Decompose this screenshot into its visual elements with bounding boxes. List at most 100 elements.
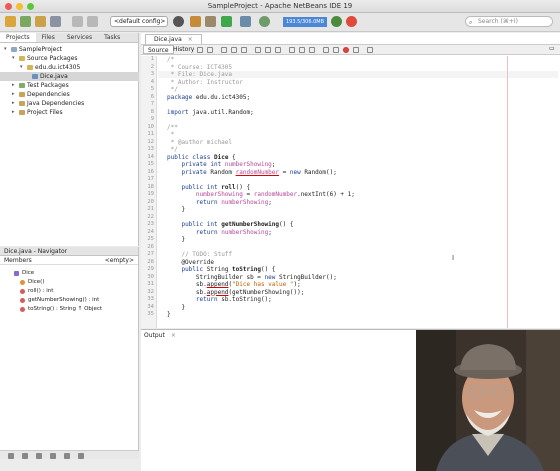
navigator-item-roll[interactable]: roll() : int — [20, 287, 53, 295]
shift-left-icon[interactable] — [265, 47, 271, 53]
code-line: public int roll() { — [181, 183, 251, 191]
tree-item-java-dependencies[interactable]: ▸ Java Dependencies — [12, 99, 84, 108]
editor-tab-dice-java[interactable]: Dice.java × — [145, 34, 202, 44]
tree-label: Java Dependencies — [27, 100, 85, 107]
navigator-filter[interactable]: Members <empty> — [0, 256, 138, 265]
right-margin-guide — [507, 56, 508, 328]
target-icon[interactable] — [173, 16, 184, 27]
tree-item-dependencies[interactable]: ▸ Dependencies — [12, 90, 70, 99]
tree-item-project-files[interactable]: ▸ Project Files — [12, 108, 63, 117]
collapse-arrow-icon[interactable]: ▸ — [12, 81, 17, 90]
code-line: StringBuilder sb = new StringBuilder(); — [167, 273, 337, 281]
tree-item-source-packages[interactable]: ▾ Source Packages — [12, 54, 78, 63]
project-files-icon — [19, 110, 25, 115]
package-icon — [27, 65, 33, 70]
filter-icon[interactable] — [64, 453, 70, 459]
forward-icon[interactable] — [207, 47, 213, 53]
navigator-item-getnumbershowing[interactable]: getNumberShowing() : int — [20, 296, 99, 304]
shift-right-icon[interactable] — [275, 47, 281, 53]
tab-history[interactable]: History — [169, 45, 198, 54]
tree-item-edu-du-ict4305[interactable]: ▾ edu.du.ict4305 — [20, 63, 80, 72]
tree-item-sampleproject[interactable]: ▾ SampleProject — [4, 45, 62, 54]
back-icon[interactable] — [197, 47, 203, 53]
members-label: Members — [4, 257, 32, 264]
profile-icon[interactable] — [259, 16, 270, 27]
bookmark-next-icon[interactable] — [309, 47, 315, 53]
package-folder-icon — [19, 56, 25, 61]
filter-icon[interactable] — [8, 453, 14, 459]
new-file-icon[interactable] — [5, 16, 16, 27]
close-output-icon[interactable]: × — [171, 332, 176, 339]
run-icon[interactable] — [221, 16, 232, 27]
filter-icon[interactable] — [50, 453, 56, 459]
gc-icon[interactable] — [331, 16, 342, 27]
find-next-icon[interactable] — [241, 47, 247, 53]
filter-icon[interactable] — [78, 453, 84, 459]
undo-icon[interactable] — [72, 16, 83, 27]
line-number: 33 — [147, 296, 154, 302]
expand-arrow-icon[interactable]: ▾ — [20, 63, 25, 72]
tab-services[interactable]: Services — [61, 33, 98, 42]
navigator-panel: Dice.java - Navigator Members <empty> Di… — [0, 247, 139, 459]
line-number: 18 — [147, 183, 154, 190]
filter-icon[interactable] — [22, 453, 28, 459]
tree-label: Test Packages — [27, 82, 69, 89]
code-line: return sb.toString(); — [195, 296, 272, 303]
diff-icon[interactable] — [367, 47, 373, 53]
collapse-arrow-icon[interactable]: ▸ — [12, 108, 17, 117]
navigator-label: toString() : String ↑ Object — [28, 306, 103, 312]
collapse-arrow-icon[interactable]: ▸ — [12, 90, 17, 99]
navigator-item-tostring[interactable]: toString() : String ↑ Object — [20, 305, 102, 313]
bookmark-prev-icon[interactable] — [299, 47, 305, 53]
close-tab-icon[interactable]: × — [188, 36, 193, 43]
members-filter-select[interactable]: <empty> — [105, 256, 134, 264]
navigator-item-dice-class[interactable]: Dice — [14, 269, 34, 277]
uncomment-icon[interactable] — [333, 47, 339, 53]
navigator-item-constructor[interactable]: Dice() — [20, 278, 44, 286]
record-macro-icon[interactable] — [343, 47, 349, 53]
code-line: * Author: Instructor — [167, 78, 243, 86]
tree-label: SampleProject — [19, 46, 63, 53]
memory-indicator[interactable]: 193.5/306.0MB — [283, 17, 327, 27]
tree-item-dice-java[interactable]: Dice.java — [0, 72, 139, 81]
toggle-highlight-icon[interactable] — [255, 47, 261, 53]
tab-projects[interactable]: Projects — [0, 33, 36, 42]
tab-files[interactable]: Files — [36, 33, 61, 42]
code-line: /* — [167, 56, 175, 63]
line-number: 15 — [147, 161, 154, 167]
find-icon[interactable] — [221, 47, 227, 53]
find-prev-icon[interactable] — [231, 47, 237, 53]
redo-icon[interactable] — [87, 16, 98, 27]
filter-icon[interactable] — [36, 453, 42, 459]
config-select[interactable]: <default config> — [110, 16, 168, 27]
method-icon — [20, 288, 25, 294]
code-line: public class Dice { — [167, 153, 236, 161]
tree-label: Dice.java — [40, 73, 68, 80]
search-input[interactable]: ⌕ Search (⌘+I) — [465, 16, 553, 27]
tree-label: Source Packages — [27, 55, 78, 62]
save-all-icon[interactable] — [50, 16, 61, 27]
expand-arrow-icon[interactable]: ▾ — [12, 54, 17, 63]
expand-arrow-icon[interactable]: ▾ — [4, 45, 9, 54]
clean-build-icon[interactable] — [205, 16, 216, 27]
output-tab[interactable]: Output × — [144, 332, 176, 339]
open-project-icon[interactable] — [35, 16, 46, 27]
tab-tasks[interactable]: Tasks — [98, 33, 126, 42]
line-number: 32 — [147, 288, 154, 295]
build-icon[interactable] — [190, 16, 201, 27]
new-project-icon[interactable] — [20, 16, 31, 27]
navigator-toolbar — [0, 450, 139, 459]
stop-macro-icon[interactable] — [353, 47, 359, 53]
debug-icon[interactable] — [240, 16, 251, 27]
collapse-arrow-icon[interactable]: ▸ — [12, 99, 17, 108]
line-number: 30 — [147, 273, 154, 280]
bookmark-icon[interactable] — [289, 47, 295, 53]
split-editor-icon[interactable]: ▭ — [549, 45, 555, 52]
code-line: } — [167, 303, 186, 311]
tree-item-test-packages[interactable]: ▸ Test Packages — [12, 81, 69, 90]
comment-icon[interactable] — [323, 47, 329, 53]
code-line: } — [167, 206, 186, 213]
stop-icon[interactable] — [346, 16, 357, 27]
line-number: 3 — [150, 71, 154, 77]
code-line: } — [167, 311, 171, 318]
